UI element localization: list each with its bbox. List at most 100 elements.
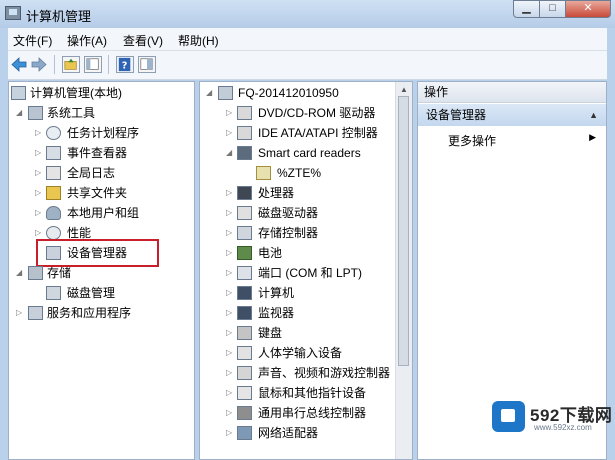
expand-arrow-icon[interactable]: ▷: [226, 264, 235, 282]
device-category-label: IDE ATA/ATAPI 控制器: [258, 126, 378, 140]
tree-label-shared-folders: 共享文件夹: [67, 186, 128, 200]
computer-name: FQ-201412010950: [238, 86, 339, 100]
collapse-arrow-icon[interactable]: ◢: [16, 104, 25, 122]
device-category-label: DVD/CD-ROM 驱动器: [258, 106, 376, 120]
tree-label-event-viewer: 事件查看器: [67, 146, 128, 160]
svg-text:?: ?: [122, 60, 128, 71]
event-viewer-icon: [46, 146, 61, 160]
menu-view[interactable]: 查看(V): [123, 32, 163, 49]
device-category-label: 处理器: [258, 186, 295, 200]
actions-section-device-manager[interactable]: 设备管理器 ▲: [418, 104, 606, 126]
help-icon[interactable]: ?: [116, 56, 134, 73]
expand-arrow-icon[interactable]: ▷: [35, 184, 44, 202]
device-category-label: 磁盘驱动器: [258, 206, 319, 220]
port-icon: [237, 266, 252, 280]
battery-icon: [237, 246, 252, 260]
toolbar: ?: [8, 51, 607, 80]
smart-card-reader-icon: [237, 146, 252, 160]
tree-label-local-users: 本地用户和组: [67, 206, 140, 220]
expand-arrow-icon[interactable]: ▷: [226, 404, 235, 422]
expand-arrow-icon[interactable]: ▷: [226, 324, 235, 342]
performance-icon: [46, 226, 61, 240]
toolbar-separator: [108, 55, 109, 74]
dvd-drive-icon: [237, 106, 252, 120]
back-arrow-icon[interactable]: [10, 56, 28, 73]
properties-icon[interactable]: [138, 56, 156, 73]
tree-label-services-apps: 服务和应用程序: [47, 306, 132, 320]
tree-label-task-scheduler: 任务计划程序: [67, 126, 140, 140]
forward-arrow-icon[interactable]: [30, 56, 48, 73]
collapse-arrow-icon[interactable]: ◢: [206, 84, 215, 102]
expand-arrow-icon[interactable]: ▷: [35, 124, 44, 142]
tree-label-storage: 存储: [47, 266, 72, 280]
expand-arrow-icon[interactable]: ▷: [226, 224, 235, 242]
collapse-up-icon[interactable]: ▲: [589, 104, 598, 126]
scrollbar-thumb[interactable]: [398, 96, 409, 366]
mouse-icon: [237, 386, 252, 400]
device-category-label: 端口 (COM 和 LPT): [258, 266, 362, 280]
speaker-icon: [237, 366, 252, 380]
device-category-label: 键盘: [258, 326, 283, 340]
highlight-box: [36, 239, 159, 267]
more-actions-link[interactable]: 更多操作: [448, 132, 496, 149]
device-item-label: %ZTE%: [277, 166, 322, 180]
computer-management-icon: [11, 86, 26, 100]
computer-icon: [218, 86, 233, 100]
collapse-arrow-icon[interactable]: ◢: [226, 144, 235, 162]
folder-up-icon[interactable]: [62, 56, 80, 73]
maximize-button[interactable]: □: [540, 0, 566, 18]
expand-arrow-icon[interactable]: ▷: [35, 164, 44, 182]
device-category-label: 人体学输入设备: [258, 346, 343, 360]
ide-controller-icon: [237, 126, 252, 140]
watermark: 592下载网 www.592xz.com: [484, 393, 615, 460]
device-category-label: Smart card readers: [258, 146, 361, 160]
menu-file[interactable]: 文件(F): [13, 32, 52, 49]
device-category-label: 网络适配器: [258, 426, 319, 440]
keyboard-icon: [237, 326, 252, 340]
device-category-label: 监视器: [258, 306, 295, 320]
computer-icon: [237, 286, 252, 300]
human-interface-icon: [237, 346, 252, 360]
expand-arrow-icon[interactable]: ▷: [226, 244, 235, 262]
device-category-label: 声音、视频和游戏控制器: [258, 366, 391, 380]
expand-arrow-icon[interactable]: ▷: [226, 124, 235, 142]
vertical-scrollbar[interactable]: ▲: [395, 82, 412, 459]
expand-arrow-icon[interactable]: ▷: [226, 424, 235, 442]
expand-arrow-icon[interactable]: ▷: [226, 184, 235, 202]
device-tree-panel: ◢ FQ-201412010950 ▷ DVD/CD-ROM 驱动器 ▷ IDE A…: [199, 81, 413, 460]
collapse-arrow-icon[interactable]: ◢: [16, 264, 25, 282]
expand-arrow-icon[interactable]: ▷: [226, 284, 235, 302]
submenu-arrow-icon: ▶: [589, 132, 596, 142]
actions-section-label: 设备管理器: [426, 108, 487, 122]
close-button[interactable]: ✕: [566, 0, 611, 18]
toolbar-separator: [54, 55, 55, 74]
expand-arrow-icon[interactable]: ▷: [226, 204, 235, 222]
tree-label-disk-management: 磁盘管理: [67, 286, 116, 300]
device-category-label: 电池: [258, 246, 283, 260]
warning-device-icon: [256, 166, 271, 180]
expand-arrow-icon[interactable]: ▷: [226, 304, 235, 322]
expand-arrow-icon[interactable]: ▷: [16, 304, 25, 322]
expand-arrow-icon[interactable]: ▷: [226, 344, 235, 362]
device-category-label: 存储控制器: [258, 226, 319, 240]
title-bar: 计算机管理 ▁ □ ✕: [0, 0, 615, 28]
shared-folder-icon: [46, 186, 61, 200]
expand-arrow-icon[interactable]: ▷: [226, 384, 235, 402]
menu-bar: 文件(F) 操作(A) 查看(V) 帮助(H): [8, 28, 607, 51]
expand-arrow-icon[interactable]: ▷: [226, 364, 235, 382]
watermark-url: www.592xz.com: [534, 423, 592, 432]
tree-label-root: 计算机管理(本地): [30, 86, 122, 100]
watermark-logo-icon: [492, 401, 525, 432]
tree-label-system-tools: 系统工具: [47, 106, 96, 120]
minimize-button[interactable]: ▁: [513, 0, 540, 18]
tree-label-global-log: 全局日志: [67, 166, 116, 180]
menu-action[interactable]: 操作(A): [67, 32, 107, 49]
expand-arrow-icon[interactable]: ▷: [226, 104, 235, 122]
scroll-up-icon[interactable]: ▲: [400, 85, 408, 94]
network-adapter-icon: [237, 426, 252, 440]
log-icon: [46, 166, 61, 180]
show-tree-icon[interactable]: [84, 56, 102, 73]
menu-help[interactable]: 帮助(H): [178, 32, 219, 49]
expand-arrow-icon[interactable]: ▷: [35, 144, 44, 162]
expand-arrow-icon[interactable]: ▷: [35, 204, 44, 222]
